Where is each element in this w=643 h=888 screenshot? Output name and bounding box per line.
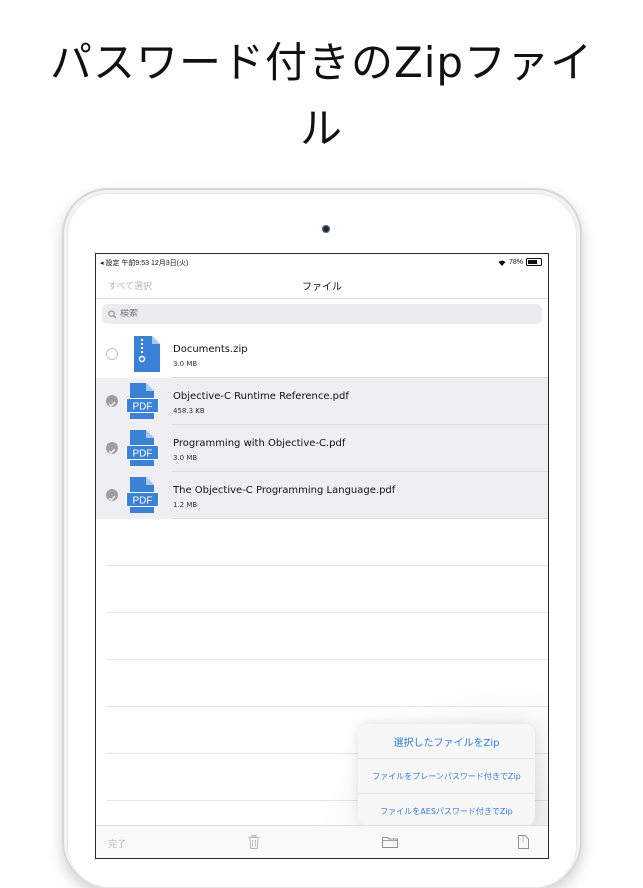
pdf-file-icon: PDF	[126, 477, 164, 517]
zip-aes-password-button[interactable]: ファイルをAESパスワード付きでZip	[358, 794, 535, 826]
trash-icon[interactable]	[248, 835, 260, 849]
row-divider	[172, 518, 548, 519]
file-row[interactable]: PDF Objective-C Runtime Reference.pdf 458.…	[96, 378, 548, 425]
bottom-toolbar: 完了	[96, 825, 548, 858]
file-row[interactable]: Documents.zip 3.0 MB	[96, 331, 548, 378]
checkmark-selected-icon[interactable]	[106, 395, 118, 407]
zip-file-icon	[134, 336, 160, 376]
headline: パスワード付きのZipファイ ル	[0, 30, 643, 162]
zip-selected-button[interactable]: 選択したファイルをZip	[358, 724, 535, 759]
svg-text:PDF: PDF	[133, 449, 153, 460]
zip-plain-password-button[interactable]: ファイルをプレーンパスワード付きでZip	[358, 759, 535, 794]
svg-text:PDF: PDF	[133, 402, 153, 413]
search-bar[interactable]	[102, 304, 542, 324]
file-name: The Objective-C Programming Language.pdf	[173, 485, 396, 496]
archive-icon[interactable]	[518, 835, 529, 849]
svg-text:PDF: PDF	[133, 496, 153, 507]
file-name: Documents.zip	[173, 344, 248, 355]
wifi-icon	[498, 260, 506, 266]
checkmark-selected-icon[interactable]	[106, 489, 118, 501]
file-list: Documents.zip 3.0 MB PDF Objective-C Runtim…	[96, 331, 548, 519]
folder-icon[interactable]	[382, 836, 398, 848]
zip-action-popover: 選択したファイルをZip ファイルをプレーンパスワード付きでZip ファイルをA…	[358, 724, 535, 826]
pdf-file-icon: PDF	[126, 383, 164, 423]
battery-icon	[526, 258, 542, 266]
status-bar: ◂ 設定 午前9:53 12月3日(火) 78%	[96, 254, 548, 270]
empty-row-divider	[106, 565, 548, 566]
checkbox-empty-icon[interactable]	[106, 348, 118, 360]
empty-row-divider	[106, 659, 548, 660]
search-input[interactable]	[117, 309, 520, 319]
navigation-bar: すべて選択 ファイル	[96, 270, 548, 299]
camera-icon	[322, 225, 330, 233]
file-size: 3.0 MB	[173, 454, 198, 462]
file-size: 1.2 MB	[173, 501, 198, 509]
headline-line-2: ル	[299, 104, 343, 153]
done-button[interactable]: 完了	[108, 837, 126, 850]
pdf-file-icon: PDF	[126, 430, 164, 470]
file-row[interactable]: PDF The Objective-C Programming Language.…	[96, 472, 548, 519]
status-right: 78%	[498, 258, 542, 266]
file-name: Programming with Objective-C.pdf	[173, 438, 346, 449]
file-size: 3.0 MB	[173, 360, 198, 368]
battery-percent: 78%	[508, 258, 523, 266]
app-screen: ◂ 設定 午前9:53 12月3日(火) 78% すべて選択 ファイル Docu…	[95, 253, 549, 859]
page-title: ファイル	[302, 282, 342, 293]
checkmark-selected-icon[interactable]	[106, 442, 118, 454]
file-size: 458.3 KB	[173, 407, 205, 415]
file-name: Objective-C Runtime Reference.pdf	[173, 391, 349, 402]
status-left-text: ◂ 設定 午前9:53 12月3日(火)	[100, 260, 189, 267]
file-row[interactable]: PDF Programming with Objective-C.pdf 3.0 M…	[96, 425, 548, 472]
empty-row-divider	[106, 612, 548, 613]
search-icon	[108, 309, 117, 319]
headline-line-1: パスワード付きのZipファイ	[49, 38, 594, 87]
